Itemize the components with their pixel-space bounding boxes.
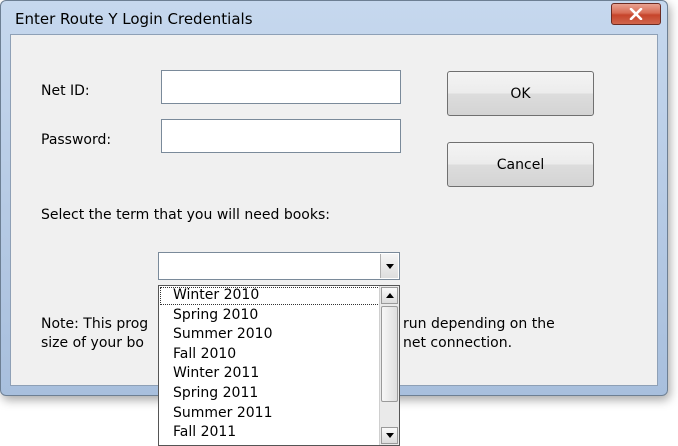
ok-button-label: OK xyxy=(510,85,531,102)
scroll-up-button[interactable] xyxy=(381,287,398,304)
term-prompt: Select the term that you will need books… xyxy=(41,207,330,223)
term-option[interactable]: Summer 2010 xyxy=(159,325,399,345)
dialog-title: Enter Route Y Login Credentials xyxy=(15,10,253,28)
note-line2-left: size of your bo xyxy=(41,335,144,351)
close-icon xyxy=(629,8,643,20)
term-option[interactable]: Summer 2011 xyxy=(159,404,399,424)
scroll-down-icon xyxy=(385,433,394,438)
password-input[interactable] xyxy=(161,119,401,153)
chevron-down-icon xyxy=(385,263,394,269)
cancel-button[interactable]: Cancel xyxy=(447,142,594,187)
term-option[interactable]: Fall 2011 xyxy=(159,423,399,443)
password-label: Password: xyxy=(41,132,112,148)
term-option[interactable]: Fall 2010 xyxy=(159,345,399,365)
term-options: Winter 2010 Spring 2010 Summer 2010 Fall 20… xyxy=(159,286,399,443)
title-bar[interactable]: Enter Route Y Login Credentials xyxy=(1,1,667,31)
note-line2-right: net connection. xyxy=(403,335,513,351)
note-line1-left: Note: This prog xyxy=(41,316,149,332)
scroll-up-icon xyxy=(385,293,394,298)
term-option[interactable]: Winter 2010 xyxy=(159,286,399,306)
note-line1-right: run depending on the xyxy=(403,316,555,332)
term-dropdown-list[interactable]: Winter 2010 Spring 2010 Summer 2010 Fall 20… xyxy=(158,285,400,446)
cancel-button-label: Cancel xyxy=(496,156,545,173)
ok-button[interactable]: OK xyxy=(447,71,594,116)
close-button[interactable] xyxy=(611,3,661,25)
term-option[interactable]: Spring 2011 xyxy=(159,384,399,404)
dropdown-scrollbar[interactable] xyxy=(379,286,399,445)
term-select-dropdown-button[interactable] xyxy=(380,254,398,278)
term-select[interactable] xyxy=(158,252,400,280)
term-option[interactable]: Winter 2011 xyxy=(159,364,399,384)
netid-input[interactable] xyxy=(161,70,401,104)
netid-label: Net ID: xyxy=(41,83,90,99)
scroll-down-button[interactable] xyxy=(381,427,398,444)
scroll-thumb[interactable] xyxy=(381,306,398,402)
term-option[interactable]: Spring 2010 xyxy=(159,306,399,326)
